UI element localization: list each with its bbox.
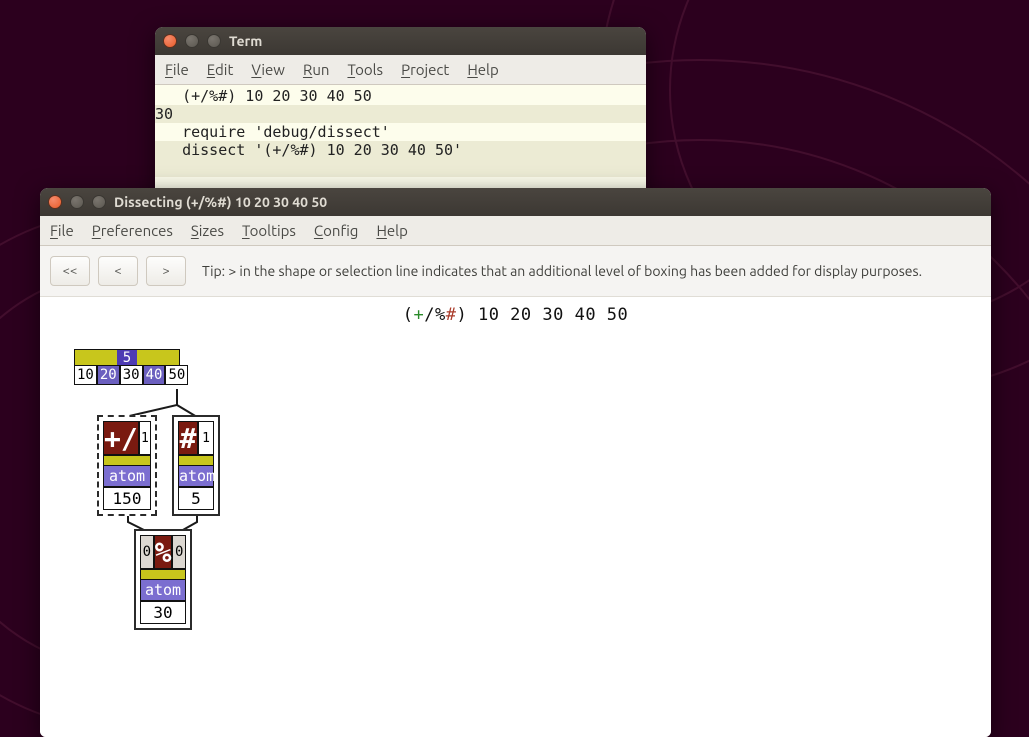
array-cell: 40 <box>143 365 166 385</box>
titlebar-dissect[interactable]: Dissecting (+/%#) 10 20 30 40 50 <box>40 188 991 216</box>
menu-edit[interactable]: Edit <box>207 61 234 78</box>
expression-display: (+/%#) 10 20 30 40 50 <box>40 297 991 327</box>
array-cell: 20 <box>97 365 120 385</box>
maximize-icon[interactable] <box>207 34 221 48</box>
array-length: 5 <box>117 350 137 366</box>
type-label: atom <box>178 465 214 487</box>
left-rank: 0 <box>140 535 154 569</box>
node-tally[interactable]: # 1 atom 5 <box>172 415 220 516</box>
minimize-icon[interactable] <box>70 195 84 209</box>
term-line: dissect '(+/%#) 10 20 30 40 50' <box>155 141 646 159</box>
op-divide-icon: % <box>154 535 173 569</box>
term-output[interactable]: (+/%#) 10 20 30 40 50 30 require 'debug/… <box>155 85 646 197</box>
term-line <box>155 159 646 177</box>
close-icon[interactable] <box>163 34 177 48</box>
window-title: Dissecting (+/%#) 10 20 30 40 50 <box>114 194 327 210</box>
window-term: Term File Edit View Run Tools Project He… <box>155 27 646 197</box>
minimize-icon[interactable] <box>185 34 199 48</box>
menu-view[interactable]: View <box>251 61 285 78</box>
nav-next-button[interactable]: > <box>146 256 186 286</box>
titlebar-term[interactable]: Term <box>155 27 646 55</box>
menu-help[interactable]: Help <box>376 222 407 239</box>
window-title: Term <box>229 33 262 49</box>
menu-preferences[interactable]: Preferences <box>92 222 173 239</box>
node-value: 5 <box>178 487 214 510</box>
type-label: atom <box>140 579 186 601</box>
nav-first-button[interactable]: << <box>50 256 90 286</box>
maximize-icon[interactable] <box>92 195 106 209</box>
array-cell: 50 <box>165 365 188 385</box>
rank-label: 1 <box>139 421 151 455</box>
term-line: require 'debug/dissect' <box>155 123 390 141</box>
menu-file[interactable]: File <box>165 61 189 78</box>
toolbar: << < > Tip: > in the shape or selection … <box>40 246 991 297</box>
node-value: 150 <box>103 487 151 510</box>
close-icon[interactable] <box>48 195 62 209</box>
term-line: 30 <box>155 105 646 123</box>
nav-prev-button[interactable]: < <box>98 256 138 286</box>
array-cell: 10 <box>74 365 97 385</box>
menu-project[interactable]: Project <box>401 61 449 78</box>
menu-file[interactable]: File <box>50 222 74 239</box>
menu-tools[interactable]: Tools <box>347 61 383 78</box>
menubar-term: File Edit View Run Tools Project Help <box>155 55 646 85</box>
rank-label: 1 <box>198 421 214 455</box>
menu-config[interactable]: Config <box>314 222 359 239</box>
menu-run[interactable]: Run <box>303 61 330 78</box>
type-label: atom <box>103 465 151 487</box>
node-sum[interactable]: +/ 1 atom 150 <box>97 415 157 516</box>
array-cell: 30 <box>120 365 143 385</box>
op-tally-icon: # <box>178 421 198 455</box>
menu-help[interactable]: Help <box>467 61 498 78</box>
term-line: (+/%#) 10 20 30 40 50 <box>155 87 372 105</box>
menubar-dissect: File Preferences Sizes Tooltips Config H… <box>40 216 991 246</box>
dissect-canvas: (+/%#) 10 20 30 40 50 5 10 20 30 40 50 <box>40 297 991 737</box>
window-dissect: Dissecting (+/%#) 10 20 30 40 50 File Pr… <box>40 188 991 737</box>
menu-sizes[interactable]: Sizes <box>191 222 224 239</box>
tip-text: Tip: > in the shape or selection line in… <box>202 263 922 279</box>
node-divide[interactable]: 0 % 0 atom 30 <box>134 529 192 630</box>
right-rank: 0 <box>172 535 186 569</box>
node-input-array[interactable]: 5 10 20 30 40 50 <box>74 349 188 385</box>
op-sum-icon: +/ <box>103 421 139 455</box>
node-value: 30 <box>140 601 186 624</box>
menu-tooltips[interactable]: Tooltips <box>242 222 296 239</box>
